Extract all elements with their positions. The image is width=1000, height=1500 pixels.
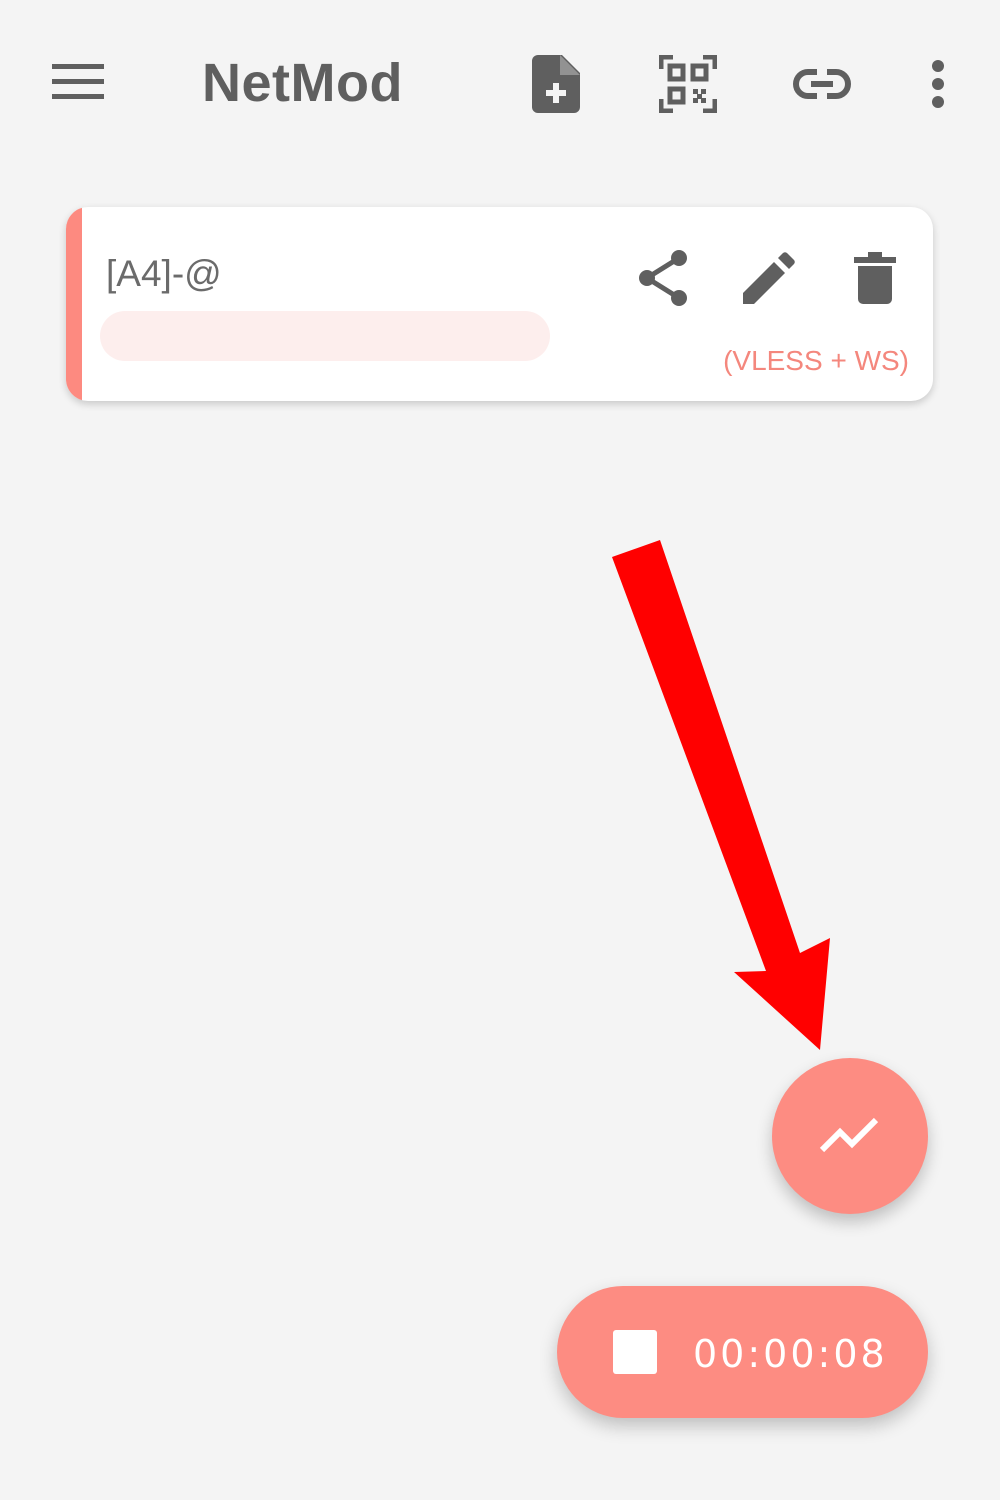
- stats-fab[interactable]: [772, 1058, 928, 1214]
- disconnect-button[interactable]: 00:00:08: [557, 1286, 928, 1418]
- connection-timer: 00:00:08: [693, 1332, 888, 1376]
- trending-up-icon: [819, 1117, 879, 1153]
- annotation-arrow: [612, 540, 830, 1050]
- stop-icon: [613, 1330, 657, 1374]
